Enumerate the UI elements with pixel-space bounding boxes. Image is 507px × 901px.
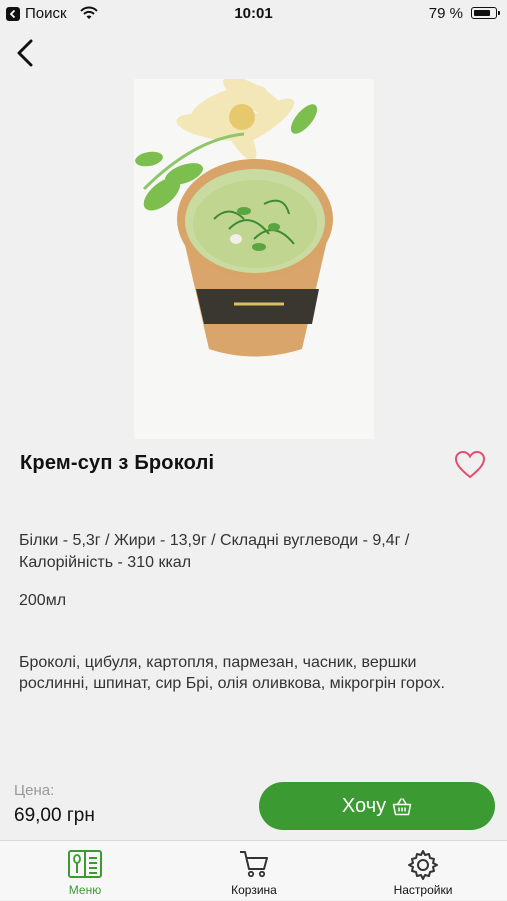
- status-bar: Поиск 10:01 79 %: [0, 0, 507, 28]
- favorite-button[interactable]: [454, 450, 486, 480]
- want-button[interactable]: Хочу: [259, 782, 495, 830]
- battery-icon: [471, 7, 500, 19]
- ingredients-info: Броколі, цибуля, картопля, пармезан, час…: [19, 654, 445, 692]
- tab-cart[interactable]: Корзина: [219, 841, 289, 901]
- tab-bar: Меню Корзина Настройки: [0, 840, 507, 900]
- basket-icon: [392, 797, 412, 815]
- price-label: Цена:: [14, 782, 55, 799]
- tab-settings[interactable]: Настройки: [383, 841, 463, 901]
- gear-icon: [408, 850, 438, 880]
- product-image: [134, 79, 374, 439]
- tab-cart-label: Корзина: [231, 883, 277, 897]
- cart-icon: [240, 851, 268, 878]
- heart-icon: [454, 450, 486, 479]
- tab-menu[interactable]: Меню: [55, 841, 115, 901]
- product-title: Крем-суп з Броколі: [20, 452, 215, 474]
- chevron-left-icon: [17, 39, 33, 67]
- menu-book-icon: [68, 850, 102, 878]
- battery-percent: 79 %: [428, 5, 463, 22]
- volume-info: 200мл: [19, 592, 67, 609]
- tab-menu-label: Меню: [68, 883, 102, 897]
- back-button[interactable]: [12, 38, 40, 68]
- want-button-label: Хочу: [341, 794, 387, 817]
- tab-settings-label: Настройки: [393, 883, 453, 897]
- nutrition-info: Білки - 5,3г / Жири - 13,9г / Складні ву…: [19, 532, 410, 571]
- price-value: 69,00 грн: [14, 805, 95, 826]
